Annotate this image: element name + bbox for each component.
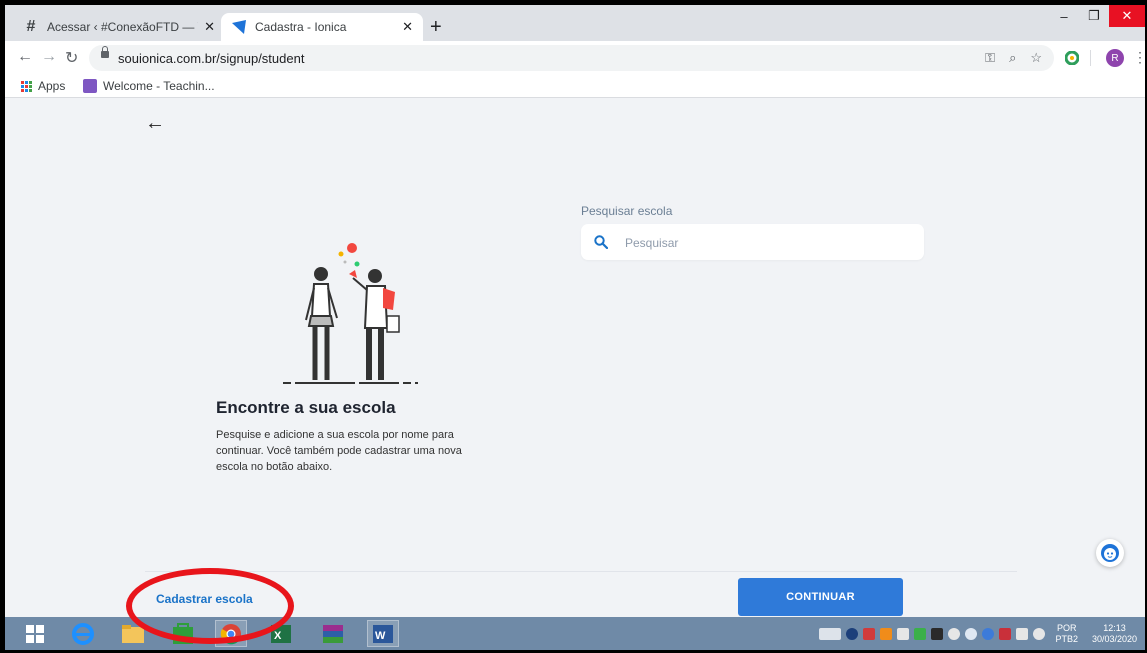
bluetooth-icon[interactable] [846,627,859,640]
window-controls: – ❐ ✕ [1049,5,1145,27]
bookmark-label: Apps [38,79,66,93]
keyboard-icon[interactable] [819,627,842,640]
forward-icon[interactable]: → [41,48,57,66]
shield-icon[interactable] [863,627,876,640]
input-language[interactable]: POR PTB2 [1055,623,1078,645]
excel-icon[interactable]: X [265,620,297,647]
bookmark-favicon [83,79,97,93]
ionica-favicon-icon [231,19,247,35]
tab-wordpress[interactable]: # Acessar ‹ #ConexãoFTD — Word ✕ [13,13,225,41]
clock[interactable]: 12:13 30/03/2020 [1092,623,1137,645]
tray-sync-icon[interactable] [982,627,995,640]
internet-explorer-icon[interactable] [67,620,99,647]
chrome-icon[interactable] [215,620,247,647]
close-window-icon[interactable]: ✕ [1109,5,1145,27]
apps-grid-icon [21,80,32,92]
search-label: Pesquisar escola [581,204,673,218]
close-icon[interactable]: ✕ [204,19,215,35]
new-tab-icon[interactable]: + [430,17,442,37]
url-text: souionica.com.br/signup/student [118,51,305,66]
school-search-input[interactable] [623,232,907,254]
zoom-icon[interactable]: ⌕ [1009,50,1016,66]
volume-icon[interactable] [1033,627,1046,640]
screen: # Acessar ‹ #ConexãoFTD — Word ✕ Cadastr… [5,5,1145,650]
toolbar-divider [1090,50,1091,66]
key-icon[interactable]: ⚿ [985,50,995,66]
tab-title: Cadastra - Ionica [255,20,347,34]
bookmark-apps[interactable]: Apps [21,79,65,93]
back-icon[interactable]: ← [17,48,33,66]
bookmark-label: Welcome - Teachin... [103,79,215,93]
school-search-box[interactable] [581,224,924,260]
profile-avatar[interactable]: R [1106,49,1124,67]
browser-toolbar: ← → ↻ souionica.com.br/signup/student ⚿ … [5,41,1145,75]
register-school-link[interactable]: Cadastrar escola [156,592,253,606]
tray-person-icon[interactable] [931,627,944,640]
svg-text:W: W [375,630,386,642]
system-tray: POR PTB2 12:13 30/03/2020 [819,617,1145,650]
battery-icon[interactable] [1016,627,1029,640]
bookmark-welcome[interactable]: Welcome - Teachin... [83,79,215,93]
clock-date: 30/03/2020 [1091,633,1137,644]
address-bar[interactable]: souionica.com.br/signup/student ⚿ ⌕ ☆ [89,45,1054,71]
close-icon[interactable]: ✕ [402,19,413,35]
footer-divider [145,571,1017,572]
kebab-menu-icon[interactable]: ⋮ [1133,49,1145,66]
wifi-icon[interactable] [948,627,961,640]
browser-tab-strip: # Acessar ‹ #ConexãoFTD — Word ✕ Cadastr… [5,5,1145,41]
tab-title: Acessar ‹ #ConexãoFTD — Word [47,20,198,34]
search-icon [594,235,608,249]
restore-icon[interactable]: ❐ [1079,5,1109,27]
language-code: POR [1056,622,1077,633]
tray-icons [819,627,1046,640]
continue-button[interactable]: CONTINUAR [738,578,903,616]
lock-icon [101,46,109,58]
word-icon[interactable]: W [367,620,399,647]
page-description: Pesquise e adicione a sua escola por nom… [216,429,462,473]
assistant-face-icon [1101,544,1119,562]
bookmarks-bar: Apps Welcome - Teachin... [5,75,1145,98]
star-icon[interactable]: ☆ [1030,50,1042,66]
clock-time: 12:13 [1103,622,1126,633]
extension-icon[interactable] [1064,50,1080,70]
keyboard-layout: PTB2 [1055,633,1078,644]
minimize-icon[interactable]: – [1049,5,1079,27]
people-illustration [283,243,418,384]
windows-taskbar: X W POR PTB2 12:13 30/03/2020 [5,617,1145,650]
windows-start-icon[interactable] [19,620,51,647]
back-arrow-icon[interactable]: ← [145,112,165,135]
tray-network-icon[interactable] [914,627,927,640]
help-chat-button[interactable] [1096,539,1124,567]
tab-cadastra-ionica[interactable]: Cadastra - Ionica ✕ [221,13,423,41]
tray-app-icon[interactable] [880,627,893,640]
hashtag-icon: # [26,18,36,35]
tray-circle-icon[interactable] [965,627,978,640]
page-heading: Encontre a sua escola [216,398,396,417]
svg-text:X: X [274,630,282,642]
winrar-icon[interactable] [317,620,349,647]
signal-icon[interactable] [897,627,910,640]
tray-flag-icon[interactable] [999,627,1012,640]
file-explorer-icon[interactable] [117,620,149,647]
reload-icon[interactable]: ↻ [65,48,78,68]
store-icon[interactable] [167,620,199,647]
signup-page: ← Encontre a sua escola Pesquise e adici… [5,98,1145,622]
